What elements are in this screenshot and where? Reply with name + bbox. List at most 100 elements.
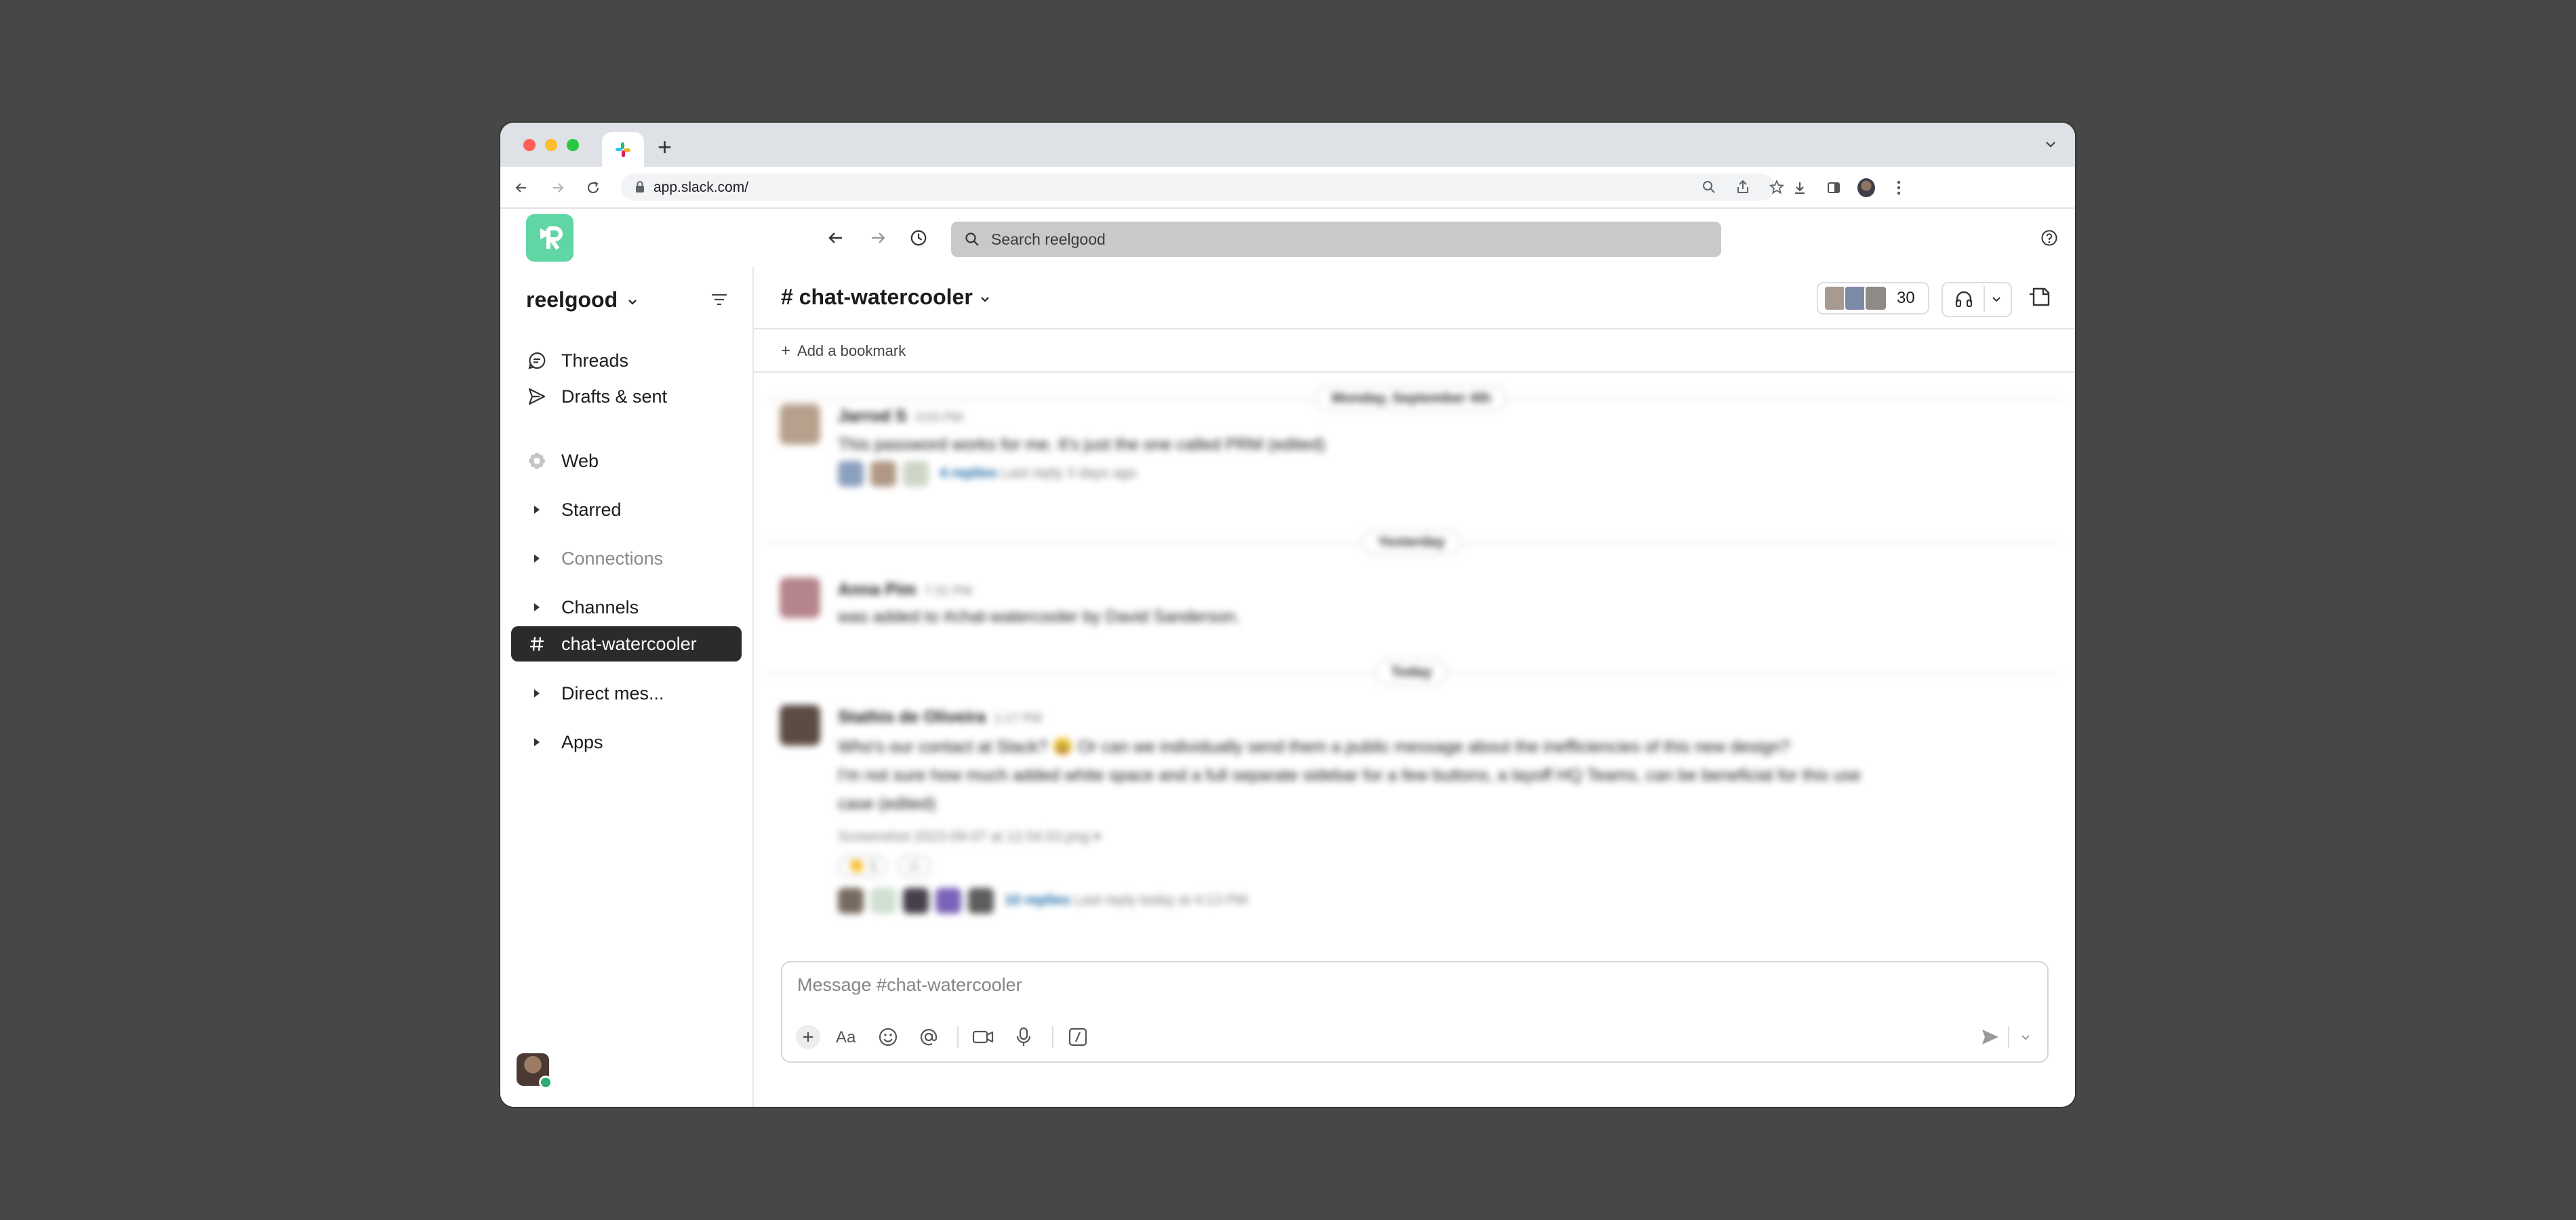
history-clock-icon[interactable] (910, 229, 927, 247)
message-author[interactable]: Anna Pim 7:31 PM (838, 580, 972, 600)
canvas-icon[interactable] (2028, 285, 2053, 309)
channel-pane: # chat-watercooler 30 + Add a bookmark M… (754, 267, 2075, 1107)
message-time[interactable]: 1:17 PM (994, 712, 1042, 726)
chevron-down-icon[interactable] (2012, 1023, 2039, 1051)
sidebar-item-drafts-sent[interactable]: Drafts & sent (511, 379, 742, 414)
message-text: case (edited) (838, 794, 936, 813)
chevron-down-icon[interactable] (1990, 293, 2003, 305)
bookmark-star-icon[interactable] (1769, 180, 1784, 195)
sidebar-item-threads[interactable]: Threads (511, 343, 742, 378)
lock-icon[interactable] (635, 180, 645, 194)
help-icon[interactable] (2040, 229, 2058, 247)
plus-icon[interactable] (794, 1023, 822, 1051)
message-time[interactable]: 7:31 PM (924, 584, 972, 598)
avatar[interactable] (780, 705, 820, 746)
history-back-icon[interactable] (827, 229, 845, 247)
sidebar-item-label: Drafts & sent (561, 386, 668, 407)
sidebar-item-direct-messages[interactable]: Direct mes... (511, 676, 742, 711)
threads-icon (526, 351, 548, 370)
reload-icon[interactable] (584, 179, 602, 197)
sidebar-item-label: Apps (561, 731, 603, 752)
microphone-icon[interactable] (1010, 1023, 1037, 1051)
send-icon[interactable] (1977, 1023, 2004, 1051)
sidebar-item-label: chat-watercooler (561, 633, 697, 654)
caret-right-icon (526, 737, 548, 748)
profile-avatar-icon[interactable] (1857, 178, 1875, 197)
sidebar-item-label: Connections (561, 548, 664, 569)
day-pill[interactable]: Yesterday (1361, 529, 1462, 556)
thread-summary[interactable]: 4 replies Last reply 3 days ago (838, 461, 1137, 487)
user-avatar[interactable] (517, 1053, 552, 1089)
sidebar-item-label: Starred (561, 499, 622, 520)
workspace-logo-icon[interactable] (526, 214, 573, 262)
members-button[interactable]: 30 (1817, 282, 1929, 314)
address-bar[interactable]: app.slack.com/ (621, 174, 1784, 201)
sidebar-item-web[interactable]: Web (511, 443, 742, 479)
add-bookmark-label: Add a bookmark (797, 342, 906, 359)
sidebar: reelgood Threads Drafts & sent Web Starr… (500, 267, 754, 1107)
history-forward-icon[interactable] (869, 229, 887, 247)
attachment-link[interactable]: Screenshot 2023-09-07 at 12.54.53.png ▾ (838, 828, 1101, 845)
message-input[interactable] (796, 968, 1815, 1002)
day-pill[interactable]: Today (1374, 659, 1449, 686)
bookmark-bar: + Add a bookmark (754, 329, 2075, 373)
plus-icon: + (781, 342, 791, 360)
back-arrow-icon[interactable] (512, 179, 530, 197)
sidebar-item-channels[interactable]: Channels (511, 590, 742, 625)
slack-favicon-icon (616, 142, 630, 157)
maximize-window-button[interactable] (567, 139, 579, 151)
send-icon (526, 387, 548, 406)
browser-toolbar: app.slack.com/ (500, 167, 2075, 209)
close-window-button[interactable] (523, 139, 536, 151)
message-composer: Aa (781, 961, 2049, 1063)
add-bookmark-button[interactable]: + Add a bookmark (781, 342, 906, 361)
tab-search-chevron-icon[interactable] (2044, 138, 2057, 151)
sidebar-item-label: Channels (561, 596, 639, 617)
message-author[interactable]: Jarrod S 3:03 PM (838, 407, 963, 426)
channel-header: # chat-watercooler 30 (754, 267, 2075, 329)
thread-summary[interactable]: 10 replies Last reply today at 4:13 PM (838, 888, 1247, 914)
emoji-icon[interactable] (874, 1023, 902, 1051)
avatar[interactable] (780, 577, 820, 618)
sidebar-item-label: Direct mes... (561, 683, 664, 704)
message-author[interactable]: Stathis de Oliveira 1:17 PM (838, 708, 1042, 727)
zoom-icon[interactable] (1702, 180, 1716, 195)
replies-link[interactable]: 10 replies (1005, 893, 1070, 908)
new-tab-button[interactable]: + (658, 135, 672, 159)
slash-command-icon[interactable] (1064, 1023, 1091, 1051)
sidebar-item-chat-watercooler[interactable]: chat-watercooler (511, 626, 742, 662)
huddle-button[interactable] (1941, 282, 2012, 317)
browser-tab-slack[interactable] (602, 132, 644, 167)
sidebar-item-connections[interactable]: Connections (511, 541, 742, 576)
video-clip-icon[interactable] (969, 1023, 997, 1051)
more-menu-icon[interactable] (1890, 179, 1908, 197)
search-icon (965, 232, 980, 247)
search-bar[interactable]: Search reelgood (951, 222, 1721, 257)
replies-link[interactable]: 4 replies (940, 466, 997, 481)
search-placeholder[interactable]: Search reelgood (991, 230, 1106, 249)
side-panel-icon[interactable] (1825, 179, 1843, 197)
caret-right-icon (526, 504, 548, 515)
day-pill[interactable]: Monday, September 4th (1315, 385, 1508, 412)
download-icon[interactable] (1791, 179, 1809, 197)
message-time[interactable]: 3:03 PM (914, 411, 963, 425)
sidebar-item-label: Threads (561, 350, 629, 371)
channel-title-button[interactable]: # chat-watercooler (781, 285, 991, 310)
reaction-pill[interactable]: 👏 1 (838, 855, 887, 877)
caret-right-icon (526, 553, 548, 564)
formatting-icon[interactable]: Aa (834, 1023, 861, 1051)
share-icon[interactable] (1735, 180, 1750, 195)
presence-indicator (539, 1076, 552, 1089)
mention-icon[interactable] (915, 1023, 942, 1051)
workspace-name-button[interactable]: reelgood (526, 287, 639, 312)
sidebar-item-starred[interactable]: Starred (511, 492, 742, 527)
url-text[interactable]: app.slack.com/ (653, 180, 748, 196)
add-reaction-button[interactable]: ☺ (897, 855, 931, 877)
minimize-window-button[interactable] (545, 139, 557, 151)
tab-strip: + (500, 123, 2075, 167)
filter-icon[interactable] (710, 292, 728, 307)
hash-icon (526, 636, 548, 652)
avatar[interactable] (780, 404, 820, 445)
forward-arrow-icon[interactable] (549, 179, 567, 197)
sidebar-item-apps[interactable]: Apps (511, 725, 742, 760)
